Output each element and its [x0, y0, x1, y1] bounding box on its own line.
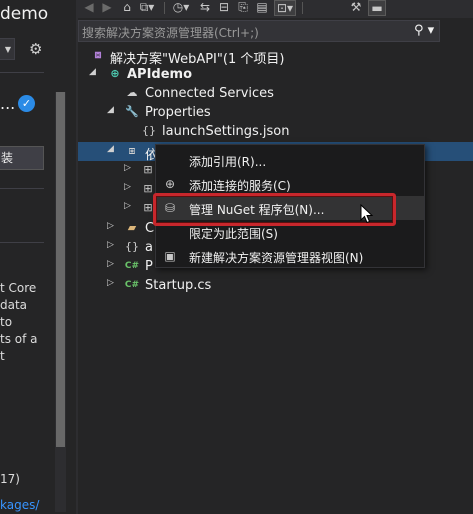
filter-icon[interactable]: ⊡▾: [274, 0, 296, 16]
cloud-icon: ☁: [126, 86, 138, 99]
csharp-file-icon: C#: [124, 280, 140, 290]
menu-item-add-reference[interactable]: 添加引用(R)...: [156, 148, 424, 172]
folder-icon: ▰: [127, 221, 137, 234]
tree-item-label: P: [145, 259, 153, 274]
preview-icon[interactable]: ▤: [254, 0, 270, 16]
left-description-line: to: [0, 315, 13, 329]
collapsed-arrow-icon[interactable]: ▷: [107, 221, 114, 231]
search-input[interactable]: 搜索解决方案资源管理器(Ctrl+;): [82, 24, 259, 41]
collapse-all-icon[interactable]: ⊟: [216, 0, 232, 16]
tree-item-label: launchSettings.json: [162, 124, 290, 139]
left-panel-dropdown[interactable]: ▼: [0, 38, 15, 60]
csharp-file-icon: C#: [124, 261, 140, 271]
forward-icon[interactable]: ▶: [100, 0, 114, 16]
menu-item-label: 添加连接的服务(C): [189, 179, 291, 193]
chevron-down-icon: ▼: [4, 45, 11, 54]
left-divider: [0, 72, 44, 73]
left-divider: [0, 188, 44, 189]
left-description-line: ts of a: [0, 332, 38, 346]
toolbar-separator: [164, 2, 165, 14]
left-scrollbar[interactable]: [55, 92, 66, 512]
menu-item-label: 添加引用(R)...: [189, 155, 267, 169]
tree-item-startup[interactable]: ▷ C# Startup.cs: [78, 276, 473, 295]
switch-views-icon[interactable]: ⧉▾: [138, 0, 156, 16]
collapsed-arrow-icon[interactable]: ▷: [124, 182, 131, 192]
menu-item-label: 限定为此范围(S): [189, 227, 278, 241]
left-panel: demo ▼ ⚙ ... ✓ 装 t Core data to ts of a …: [0, 0, 76, 514]
back-icon[interactable]: ◀: [82, 0, 96, 16]
collapsed-arrow-icon[interactable]: ▷: [107, 278, 114, 288]
tree-item-properties[interactable]: ◢ 🔧 Properties: [78, 103, 473, 122]
home-icon[interactable]: ⌂: [119, 0, 135, 16]
solution-explorer-toolbar: ◀ ▶ ⌂ ⧉▾ ◷▾ ⇆ ⊟ ⎘ ▤ ⊡▾ ⚒ ▬: [78, 0, 473, 18]
scrollbar-thumb[interactable]: [56, 92, 65, 447]
verified-icon: ✓: [18, 95, 35, 112]
tree-item-launch-settings[interactable]: {} launchSettings.json: [78, 122, 473, 141]
wrench-icon: 🔧: [125, 105, 139, 118]
left-description-line: t Core: [0, 281, 37, 295]
tree-item-label: Properties: [145, 105, 211, 120]
left-download-count: 17): [0, 472, 20, 486]
sync-icon[interactable]: ⇆: [197, 0, 213, 16]
search-box[interactable]: 搜索解决方案资源管理器(Ctrl+;): [78, 20, 440, 42]
left-package-name: ...: [0, 94, 16, 113]
collapsed-arrow-icon[interactable]: ▷: [124, 163, 131, 173]
tree-item-label: APIdemo: [127, 67, 193, 82]
pin-icon[interactable]: ▬: [368, 0, 386, 16]
tree-item-connected-services[interactable]: ☁ Connected Services: [78, 84, 473, 103]
project-icon: ⊕: [110, 67, 120, 80]
connected-service-icon: ⊕: [164, 177, 176, 191]
new-view-icon: ▣: [164, 249, 176, 263]
expanded-arrow-icon[interactable]: ◢: [107, 144, 114, 154]
toolbar-separator: [302, 2, 303, 14]
expanded-arrow-icon[interactable]: ◢: [89, 67, 96, 77]
left-description: t Core data to ts of a t: [0, 280, 50, 365]
collapsed-arrow-icon[interactable]: ▷: [107, 259, 114, 269]
collapsed-arrow-icon[interactable]: ▷: [124, 201, 131, 211]
tree-item-label: a: [145, 240, 153, 255]
dependencies-icon: ⧆: [128, 144, 136, 157]
collapsed-arrow-icon[interactable]: ▷: [107, 240, 114, 250]
left-description-line: t: [0, 349, 5, 363]
tree-item-label: Startup.cs: [145, 278, 212, 293]
json-file-icon: {}: [142, 124, 156, 137]
left-description-line: data: [0, 298, 28, 312]
json-file-icon: {}: [125, 240, 139, 253]
solution-icon: ⧈: [94, 48, 102, 61]
tree-item-label: Connected Services: [145, 86, 274, 101]
left-panel-title: demo: [0, 4, 49, 24]
left-divider: [0, 242, 44, 243]
properties-icon[interactable]: ⚒: [348, 0, 364, 16]
gear-icon[interactable]: ⚙: [29, 40, 42, 58]
expanded-arrow-icon[interactable]: ◢: [107, 105, 114, 115]
mouse-cursor-icon: [360, 204, 374, 224]
left-project-link[interactable]: kages/: [0, 498, 39, 512]
show-all-files-icon[interactable]: ⎘: [235, 0, 251, 16]
search-icon[interactable]: ⚲ ▾: [410, 20, 440, 42]
menu-item-new-explorer-view[interactable]: ▣ 新建解决方案资源管理器视图(N): [156, 244, 424, 268]
history-icon[interactable]: ◷▾: [170, 0, 192, 16]
menu-item-label: 新建解决方案资源管理器视图(N): [189, 251, 364, 265]
tree-item-project[interactable]: ◢ ⊕ APIdemo: [78, 65, 473, 84]
package-icon: ⊞: [143, 163, 153, 176]
left-install-button[interactable]: 装: [0, 146, 44, 170]
tree-item-solution[interactable]: ⧈ 解决方案"WebAPI"(1 个项目): [78, 46, 473, 67]
